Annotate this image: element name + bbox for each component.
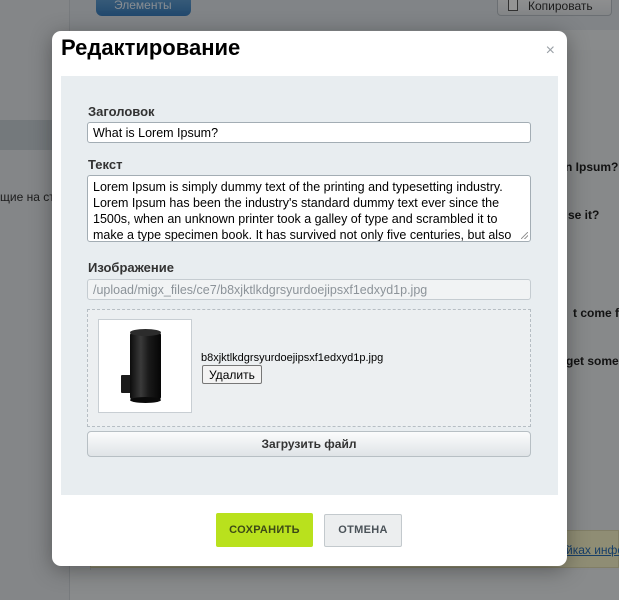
text-textarea-content: Lorem Ipsum is simply dummy text of the … (93, 180, 512, 242)
title-field-label: Заголовок (88, 104, 155, 119)
upload-file-button[interactable]: Загрузить файл (87, 431, 531, 457)
image-path-input (87, 279, 531, 300)
uploaded-file-name: b8xjktlkdgrsyurdoejipsxf1edxyd1p.jpg (201, 352, 384, 364)
delete-file-button[interactable]: Удалить (202, 365, 262, 384)
text-textarea[interactable]: Lorem Ipsum is simply dummy text of the … (87, 175, 531, 242)
image-thumbnail (98, 319, 192, 413)
resize-grip-icon[interactable] (521, 232, 528, 239)
dialog-form: Заголовок Текст Lorem Ipsum is simply du… (61, 76, 558, 495)
product-photo-icon (121, 329, 161, 403)
edit-dialog: Редактирование × Заголовок Текст Lorem I… (52, 31, 567, 566)
title-input[interactable] (87, 122, 531, 143)
save-button[interactable]: СОХРАНИТЬ (216, 513, 313, 547)
cancel-button[interactable]: ОТМЕНА (324, 514, 402, 547)
upload-dropzone[interactable]: b8xjktlkdgrsyurdoejipsxf1edxyd1p.jpg Уда… (87, 309, 531, 427)
image-field-label: Изображение (88, 260, 174, 275)
dialog-title: Редактирование (61, 35, 241, 60)
close-icon[interactable]: × (546, 43, 555, 59)
text-field-label: Текст (88, 157, 123, 172)
